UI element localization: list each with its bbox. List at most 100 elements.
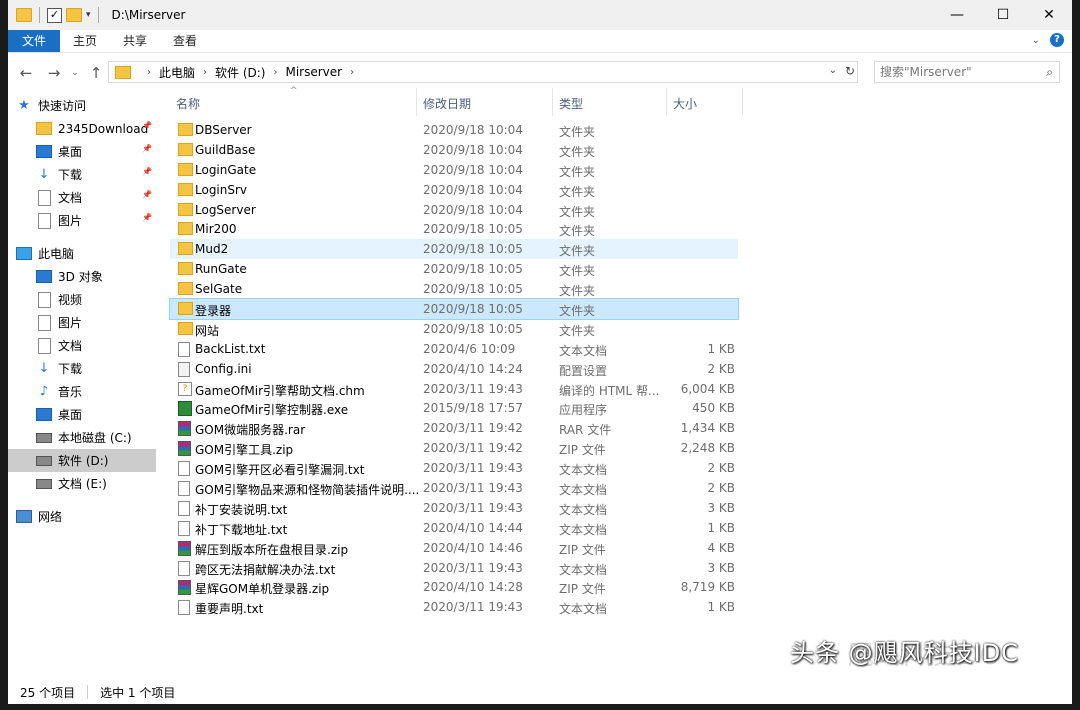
sidebar-item[interactable]: 3D 对象 (8, 265, 156, 288)
sidebar-item[interactable]: 此电脑 (8, 242, 156, 265)
file-row[interactable]: BackList.txt 2020/4/6 10:09 文本文档 1 KB (170, 339, 1072, 359)
sidebar-item[interactable]: 视频 (8, 288, 156, 311)
file-row[interactable]: GOM引擎开区必看引擎漏洞.txt 2020/3/11 19:43 文本文档 2 KB (170, 458, 1072, 478)
help-icon[interactable]: ? (1050, 33, 1064, 47)
file-row[interactable]: GOM微端服务器.rar 2020/3/11 19:42 RAR 文件 1,434 K… (170, 418, 1072, 438)
sidebar-item[interactable]: 2345Download 📌 (8, 117, 156, 140)
breadcrumb-item[interactable]: 此电脑 (159, 64, 195, 81)
folder-icon (178, 142, 193, 156)
breadcrumb-item[interactable]: 软件 (D:) (215, 64, 265, 81)
file-row[interactable]: Mir200 2020/9/18 10:05 文件夹 (170, 219, 1072, 239)
file-name: 重要声明.txt (195, 602, 264, 617)
sidebar-item[interactable]: 桌面 (8, 403, 156, 426)
file-row[interactable]: GOM引擎物品来源和怪物简装插件说明.... 2020/3/11 19:43 文本文… (170, 478, 1072, 498)
file-row[interactable]: 星辉GOM单机登录器.zip 2020/4/10 14:28 ZIP 文件 8,719… (170, 577, 1072, 597)
up-arrow-icon[interactable]: ↑ (82, 64, 110, 82)
file-row[interactable]: GuildBase 2020/9/18 10:04 文件夹 (170, 140, 1072, 160)
column-date[interactable]: 修改日期 (423, 95, 471, 112)
sidebar-item[interactable]: 文档 (E:) (8, 472, 156, 495)
sidebar-item[interactable]: ♪ 音乐 (8, 380, 156, 403)
maximize-button[interactable]: ☐ (980, 0, 1026, 30)
sidebar-item[interactable]: 网络 (8, 505, 156, 528)
chevron-right-icon[interactable]: › (350, 67, 354, 78)
search-input[interactable]: 搜索"Mirserver" ⌕ (874, 61, 1060, 83)
file-date: 2020/3/11 19:43 (423, 381, 523, 396)
column-divider[interactable] (552, 88, 553, 116)
close-button[interactable]: ✕ (1026, 0, 1072, 30)
file-row[interactable]: 网站 2020/9/18 10:05 文件夹 (170, 319, 1072, 339)
expand-ribbon-icon[interactable]: ⌄ (1032, 35, 1040, 46)
file-row[interactable]: 补丁安装说明.txt 2020/3/11 19:43 文本文档 3 KB (170, 498, 1072, 518)
tab-view[interactable]: 查看 (160, 30, 210, 52)
sidebar-item[interactable]: ↓ 下载 📌 (8, 163, 156, 186)
sidebar-item[interactable]: ↓ 下载 (8, 357, 156, 380)
file-row[interactable]: 解压到版本所在盘根目录.zip 2020/4/10 14:46 ZIP 文件 4 KB (170, 538, 1072, 558)
chevron-right-icon[interactable]: › (203, 67, 207, 78)
pin-icon[interactable]: 📌 (142, 190, 152, 199)
file-row[interactable]: 重要声明.txt 2020/3/11 19:43 文本文档 1 KB (170, 597, 1072, 617)
column-name[interactable]: 名称 (176, 95, 200, 112)
file-row[interactable]: 登录器 2020/9/18 10:05 文件夹 (169, 298, 739, 320)
folder-icon (178, 182, 193, 196)
sidebar-item-label: 下载 (58, 168, 83, 182)
properties-icon[interactable]: ✓ (47, 7, 62, 23)
breadcrumb-item[interactable]: Mirserver (285, 65, 342, 79)
forward-arrow-icon[interactable]: → (40, 64, 68, 82)
column-divider[interactable] (742, 88, 743, 116)
file-row[interactable]: DBServer 2020/9/18 10:04 文件夹 (170, 120, 1072, 140)
tab-file[interactable]: 文件 (8, 30, 61, 52)
minimize-button[interactable]: — (934, 0, 980, 30)
tab-share[interactable]: 共享 (110, 30, 160, 52)
column-divider[interactable] (666, 88, 667, 116)
file-rows: DBServer 2020/9/18 10:04 文件夹 GuildBase 2020/… (169, 120, 1072, 617)
star-icon: ★ (18, 98, 30, 113)
document-icon (36, 337, 52, 354)
chevron-right-icon[interactable]: › (273, 67, 277, 78)
sidebar-item[interactable]: ★ 快速访问 (8, 94, 156, 117)
file-row[interactable]: GOM引擎工具.zip 2020/3/11 19:42 ZIP 文件 2,248 KB (170, 438, 1072, 458)
file-row[interactable]: 跨区无法捐献解决办法.txt 2020/3/11 19:43 文本文档 3 KB (170, 558, 1072, 578)
file-row[interactable]: RunGate 2020/9/18 10:05 文件夹 (170, 259, 1072, 279)
pin-icon[interactable]: 📌 (142, 144, 152, 153)
column-divider[interactable] (416, 88, 417, 116)
sidebar-item[interactable]: 本地磁盘 (C:) (8, 426, 156, 449)
text-file-icon-shape (178, 341, 190, 357)
folder-icon-shape (178, 242, 193, 256)
file-row[interactable]: LogServer 2020/9/18 10:04 文件夹 (170, 200, 1072, 220)
file-row[interactable]: LoginGate 2020/9/18 10:04 文件夹 (170, 160, 1072, 180)
recent-dropdown-icon[interactable]: ⌄ (68, 68, 82, 78)
sidebar-item[interactable]: 桌面 📌 (8, 140, 156, 163)
file-row[interactable]: ? GameOfMir引擎帮助文档.chm 2020/3/11 19:43 编译的 H… (170, 379, 1072, 399)
file-row[interactable]: Config.ini 2020/4/10 14:24 配置设置 2 KB (170, 359, 1072, 379)
sidebar-item[interactable]: 图片 📌 (8, 209, 156, 232)
search-icon: ⌕ (1046, 65, 1053, 79)
file-date: 2020/9/18 10:04 (423, 182, 523, 197)
sidebar-item[interactable]: 文档 📌 (8, 186, 156, 209)
file-row[interactable]: LoginSrv 2020/9/18 10:04 文件夹 (170, 180, 1072, 200)
refresh-icon[interactable]: ↻ (845, 64, 855, 78)
file-row[interactable]: GameOfMir引擎控制器.exe 2015/9/18 17:57 应用程序 450… (170, 398, 1072, 418)
sidebar-item[interactable]: 图片 (8, 311, 156, 334)
pin-icon[interactable]: 📌 (142, 167, 152, 176)
folder-icon (178, 123, 193, 136)
sidebar-item[interactable]: 软件 (D:) (8, 449, 156, 472)
status-divider (87, 685, 89, 699)
tab-home[interactable]: 主页 (60, 30, 110, 52)
file-row[interactable]: 补丁下载地址.txt 2020/4/10 14:44 文本文档 1 KB (170, 518, 1072, 538)
address-dropdown-icon[interactable]: ⌄ (829, 65, 837, 76)
new-folder-icon[interactable] (66, 8, 82, 22)
column-size[interactable]: 大小 (673, 95, 697, 112)
file-row[interactable]: Mud2 2020/9/18 10:05 文件夹 (170, 239, 738, 260)
file-type: 编译的 HTML 帮... (559, 383, 660, 398)
desktop-icon (36, 408, 52, 421)
back-arrow-icon[interactable]: ← (12, 64, 40, 82)
chevron-right-icon[interactable]: › (147, 67, 151, 78)
customize-dropdown-icon[interactable]: ▾ (86, 10, 91, 20)
file-date: 2020/4/10 14:46 (423, 540, 523, 555)
pin-icon[interactable]: 📌 (142, 213, 152, 222)
sidebar-item[interactable]: 文档 (8, 334, 156, 357)
address-bar[interactable]: › 此电脑 › 软件 (D:) › Mirserver › ⌄ ↻ (108, 61, 858, 83)
column-type[interactable]: 类型 (559, 95, 583, 112)
pin-icon[interactable]: 📌 (142, 121, 152, 130)
file-row[interactable]: SelGate 2020/9/18 10:05 文件夹 (170, 279, 1072, 299)
